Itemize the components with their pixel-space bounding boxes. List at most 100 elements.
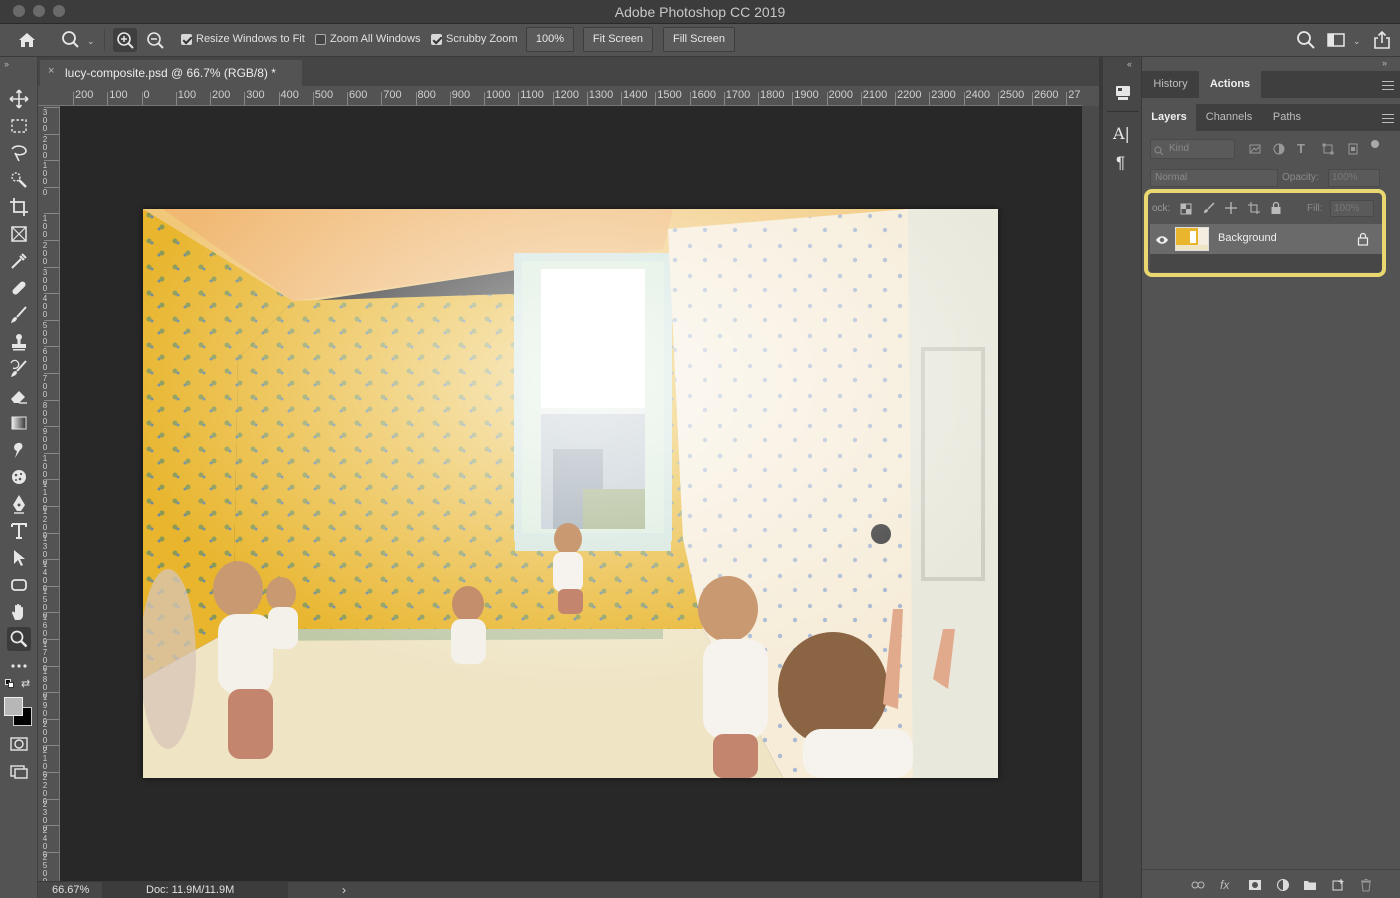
fit-screen-button[interactable]: Fit Screen xyxy=(583,27,653,52)
folder-icon[interactable] xyxy=(1303,878,1317,892)
crop-tool-icon[interactable] xyxy=(7,195,31,219)
canvas-scrollbar[interactable] xyxy=(1082,106,1099,881)
character-panel-icon[interactable]: A| xyxy=(1113,124,1130,143)
ruler-label: 6 0 0 xyxy=(42,347,48,373)
zoom-in-icon[interactable] xyxy=(113,28,137,52)
foreground-color-swatch[interactable] xyxy=(4,697,23,716)
ruler-label: 0 xyxy=(143,89,150,101)
paragraph-panel-icon[interactable]: ¶ xyxy=(1116,153,1125,173)
more-tools-icon[interactable] xyxy=(7,654,31,678)
ruler-tick xyxy=(518,92,520,105)
healing-brush-tool-icon[interactable] xyxy=(7,276,31,300)
tab-actions[interactable]: Actions xyxy=(1199,71,1261,98)
ruler-label: 4 0 0 xyxy=(42,294,48,320)
adjustment-layer-icon[interactable] xyxy=(1276,878,1290,892)
hand-tool-icon[interactable] xyxy=(7,600,31,624)
vertical-ruler[interactable]: 3 0 02 0 01 0 001 0 02 0 03 0 04 0 05 0 … xyxy=(38,106,60,881)
zoom-tool-icon[interactable] xyxy=(7,627,31,651)
zoom-all-windows-checkbox[interactable] xyxy=(315,34,326,45)
link-layers-icon[interactable] xyxy=(1191,878,1205,892)
resize-windows-checkbox[interactable] xyxy=(181,34,192,45)
collapse-dock-icon[interactable]: « xyxy=(1127,59,1132,69)
blend-mode-select[interactable]: Normal xyxy=(1150,169,1278,187)
horizontal-ruler[interactable]: 200 100 0 100 200 300 400 500 600 700 800 900 1000 11… xyxy=(38,86,1082,106)
ruler-label: 1500 xyxy=(657,89,682,101)
zoom-percent-button[interactable]: 100% xyxy=(526,27,574,52)
zoom-all-windows-label: Zoom All Windows xyxy=(330,33,421,45)
screen-mode-icon[interactable] xyxy=(7,759,31,783)
tab-paths[interactable]: Paths xyxy=(1262,104,1312,131)
pen-tool-icon[interactable] xyxy=(7,492,31,516)
chevron-right-icon[interactable]: › xyxy=(342,883,346,897)
fill-screen-button[interactable]: Fill Screen xyxy=(663,27,735,52)
ruler-label: 200 xyxy=(75,89,94,101)
home-icon[interactable] xyxy=(15,28,39,52)
eyedropper-tool-icon[interactable] xyxy=(7,249,31,273)
lasso-tool-icon[interactable] xyxy=(7,141,31,165)
ruler-label: 500 xyxy=(314,89,334,101)
sponge-tool-icon[interactable] xyxy=(7,465,31,489)
frame-tool-icon[interactable] xyxy=(7,222,31,246)
expand-toolbar-icon[interactable]: » xyxy=(4,59,9,69)
swap-colors-icon[interactable]: ⇄ xyxy=(21,677,30,690)
filter-smart-object-icon[interactable] xyxy=(1346,142,1360,156)
chevron-down-icon[interactable]: ⌄ xyxy=(87,36,95,47)
move-tool-icon[interactable] xyxy=(7,87,31,111)
tools-panel: » ⇄ xyxy=(0,57,38,898)
opacity-field[interactable]: 100% xyxy=(1328,169,1380,187)
zoom-out-icon[interactable] xyxy=(143,28,167,52)
workspace-chevron-icon[interactable]: ⌄ xyxy=(1353,36,1361,47)
smudge-tool-icon[interactable] xyxy=(7,438,31,462)
canvas-area[interactable] xyxy=(60,106,1082,881)
close-document-icon[interactable]: × xyxy=(48,65,54,77)
filter-pixel-icon[interactable] xyxy=(1248,142,1262,156)
blend-mode-row: Normal Opacity: 100% xyxy=(1142,169,1400,189)
status-bar: 66.67% Doc: 11.9M/11.9M › xyxy=(38,881,1099,898)
collapse-panels-icon[interactable]: » xyxy=(1382,58,1387,68)
quick-select-tool-icon[interactable] xyxy=(7,168,31,192)
add-mask-icon[interactable] xyxy=(1248,878,1262,892)
filter-toggle-icon[interactable] xyxy=(1371,140,1379,148)
ruler-label: 1400 xyxy=(623,89,648,101)
panel-menu-icon[interactable] xyxy=(1382,81,1394,90)
brush-tool-icon[interactable] xyxy=(7,303,31,327)
fx-icon[interactable]: fx xyxy=(1220,878,1234,892)
ruler-tick xyxy=(723,92,725,105)
workspace-icon[interactable] xyxy=(1324,28,1348,52)
libraries-icon[interactable] xyxy=(1111,81,1135,105)
trash-icon[interactable] xyxy=(1359,878,1373,892)
eraser-tool-icon[interactable] xyxy=(7,384,31,408)
zoom-level-field[interactable]: 66.67% xyxy=(52,884,89,896)
ruler-tick xyxy=(997,92,999,105)
filter-adjustment-icon[interactable] xyxy=(1272,142,1286,156)
tab-history[interactable]: History xyxy=(1142,71,1199,98)
marquee-tool-icon[interactable] xyxy=(7,114,31,138)
history-brush-tool-icon[interactable] xyxy=(7,357,31,381)
rectangle-tool-icon[interactable] xyxy=(7,573,31,597)
zoom-tool-preset-icon[interactable] xyxy=(58,28,82,52)
clone-stamp-tool-icon[interactable] xyxy=(7,330,31,354)
filter-shape-icon[interactable] xyxy=(1321,142,1335,156)
path-selection-tool-icon[interactable] xyxy=(7,546,31,570)
document-image[interactable] xyxy=(143,209,998,778)
layers-menu-icon[interactable] xyxy=(1382,114,1394,123)
scrubby-zoom-checkbox[interactable] xyxy=(431,34,442,45)
ruler-label: 1200 xyxy=(554,89,579,101)
ruler-label: 1600 xyxy=(691,89,716,101)
new-layer-icon[interactable] xyxy=(1331,878,1345,892)
doc-info-box[interactable]: Doc: 11.9M/11.9M › xyxy=(102,882,346,898)
ruler-tick xyxy=(758,92,759,105)
type-tool-icon[interactable] xyxy=(7,519,31,543)
ruler-label: 3 0 0 xyxy=(42,108,48,133)
tab-channels[interactable]: Channels xyxy=(1196,104,1262,131)
ruler-tick xyxy=(792,92,794,105)
share-icon[interactable] xyxy=(1370,28,1394,52)
ruler-tick xyxy=(381,92,383,105)
filter-type-icon[interactable]: T xyxy=(1297,141,1305,156)
default-colors-icon[interactable] xyxy=(5,679,14,688)
gradient-tool-icon[interactable] xyxy=(7,411,31,435)
quick-mask-icon[interactable] xyxy=(7,732,31,756)
tab-layers[interactable]: Layers xyxy=(1142,104,1196,131)
search-icon[interactable] xyxy=(1294,28,1318,52)
document-tab[interactable]: × lucy-composite.psd @ 66.7% (RGB/8) * xyxy=(40,60,302,86)
